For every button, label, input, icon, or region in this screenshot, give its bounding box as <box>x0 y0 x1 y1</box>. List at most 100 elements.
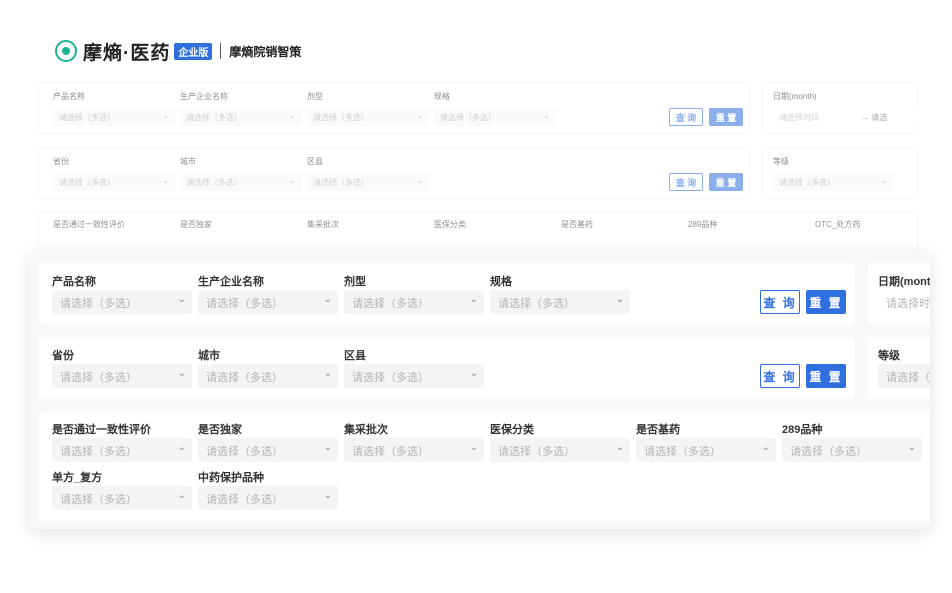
district-select[interactable]: 请选择（多选） ⌄ <box>344 364 484 388</box>
filter-panel: 产品名称 生产企业名称 剂型 规格 请选择（多选） ⌄ 请选择（多选） ⌄ 请选择（… <box>30 251 930 529</box>
date-input[interactable]: 请选择时 <box>878 290 930 314</box>
chevron-down-icon: ⌄ <box>177 294 186 305</box>
chevron-down-icon: ⌄ <box>880 176 887 185</box>
chevron-down-icon: ⌄ <box>177 490 186 501</box>
chevron-down-icon: ⌄ <box>177 442 186 453</box>
bg-label: 医保分类 <box>434 220 466 229</box>
bg-select[interactable]: 请选择（多选） ⌄ <box>773 173 893 191</box>
date-label: 日期(month <box>878 276 930 288</box>
bg-label: 区县 <box>307 157 323 166</box>
bg-filter-card-1: 产品名称 生产企业名称 剂型 规格 请选择（多选） ⌄ 请选择（多选） ⌄ 请选择（… <box>38 82 750 134</box>
bg-label: 289品种 <box>688 220 718 229</box>
filter-card-3: 是否通过一致性评价 是否独家 集采批次 医保分类 是否基药 289品种 请选择（… <box>38 411 930 521</box>
chevron-down-icon: ⌄ <box>615 442 624 453</box>
field-label: 是否基药 <box>636 424 680 436</box>
bg-query-button[interactable]: 查 询 <box>669 173 703 191</box>
bg-select[interactable]: 请选择（多选） ⌄ <box>53 108 175 126</box>
bg-reset-button[interactable]: 重 置 <box>709 173 743 191</box>
chevron-down-icon: ⌄ <box>543 111 550 120</box>
field-label: 医保分类 <box>490 424 534 436</box>
bg-select[interactable]: 请选择（多选） ⌄ <box>434 108 556 126</box>
chevron-down-icon: ⌄ <box>416 176 423 185</box>
chevron-down-icon: ⌄ <box>469 294 478 305</box>
field-label: 城市 <box>198 350 220 362</box>
chevron-down-icon: ⌄ <box>177 368 186 379</box>
field-label: 生产企业名称 <box>198 276 264 288</box>
chevron-down-icon: ⌄ <box>162 111 169 120</box>
field-label: 单方_复方 <box>52 472 103 484</box>
edition-badge: 企业版 <box>174 42 213 60</box>
dosage-form-select[interactable]: 请选择（多选） ⌄ <box>344 290 484 314</box>
brand-name: 摩熵·医药 <box>83 42 171 64</box>
field-label: 是否独家 <box>198 424 242 436</box>
bg-label: 城市 <box>180 157 196 166</box>
bg-label: 生产企业名称 <box>180 92 228 101</box>
bg-label: 日期(month) <box>773 92 817 101</box>
bg-label: 是否基药 <box>561 220 593 229</box>
procurement-batch-select[interactable]: 请选择（多选） ⌄ <box>344 438 484 462</box>
chevron-down-icon: ⌄ <box>323 490 332 501</box>
chevron-down-icon: ⌄ <box>289 111 296 120</box>
field-label: 区县 <box>344 350 366 362</box>
manufacturer-select[interactable]: 请选择（多选） ⌄ <box>198 290 338 314</box>
variety-289-select[interactable]: 请选择（多选） ⌄ <box>782 438 922 462</box>
bg-query-button[interactable]: 查 询 <box>669 108 703 126</box>
bg-filter-card-3: 是否通过一致性评价 是否独家 集采批次 医保分类 是否基药 289品种 OTC_… <box>38 212 918 252</box>
essential-drug-select[interactable]: 请选择（多选） ⌄ <box>636 438 776 462</box>
chevron-down-icon: ⌄ <box>162 176 169 185</box>
reset-button[interactable]: 重 置 <box>806 364 846 388</box>
consistency-evaluation-select[interactable]: 请选择（多选） ⌄ <box>52 438 192 462</box>
city-select[interactable]: 请选择（多选） ⌄ <box>198 364 338 388</box>
field-label: 省份 <box>52 350 74 362</box>
grade-card: 等级 请选择（ <box>868 337 930 399</box>
filter-card-2: 省份 城市 区县 请选择（多选） ⌄ 请选择（多选） ⌄ 请选择（多选） ⌄ 查 询 … <box>38 337 854 399</box>
exclusive-select[interactable]: 请选择（多选） ⌄ <box>198 438 338 462</box>
bg-select[interactable]: 请选择（多选） ⌄ <box>180 173 302 191</box>
bg-label: 是否独家 <box>180 220 212 229</box>
chevron-down-icon: ⌄ <box>615 294 624 305</box>
reset-button[interactable]: 重 置 <box>806 290 846 314</box>
bg-select[interactable]: 请选择（多选） ⌄ <box>180 108 302 126</box>
filter-card-1: 产品名称 生产企业名称 剂型 规格 请选择（多选） ⌄ 请选择（多选） ⌄ 请选择（… <box>38 263 854 325</box>
bg-label: 产品名称 <box>53 92 85 101</box>
bg-select[interactable]: 请选择（多选） ⌄ <box>307 108 429 126</box>
bg-reset-button[interactable]: 重 置 <box>709 108 743 126</box>
bg-label: 剂型 <box>307 92 323 101</box>
grade-select[interactable]: 请选择（ <box>878 364 930 388</box>
chevron-down-icon: ⌄ <box>469 442 478 453</box>
specification-select[interactable]: 请选择（多选） ⌄ <box>490 290 630 314</box>
grade-label: 等级 <box>878 350 900 362</box>
field-label: 产品名称 <box>52 276 96 288</box>
bg-date-input[interactable]: 请选择时间 → 请选 <box>773 108 919 126</box>
insurance-category-select[interactable]: 请选择（多选） ⌄ <box>490 438 630 462</box>
product-name-select[interactable]: 请选择（多选） ⌄ <box>52 290 192 314</box>
chevron-down-icon: ⌄ <box>289 176 296 185</box>
field-label: 集采批次 <box>344 424 388 436</box>
field-label: 289品种 <box>782 424 823 436</box>
bg-label: 规格 <box>434 92 450 101</box>
chevron-down-icon: ⌄ <box>469 368 478 379</box>
single-compound-select[interactable]: 请选择（多选） ⌄ <box>52 486 192 510</box>
logo-icon <box>55 40 77 62</box>
app-header: 摩熵·医药 企业版 摩熵院销智策 <box>55 36 301 66</box>
tcm-protection-select[interactable]: 请选择（多选） ⌄ <box>198 486 338 510</box>
province-select[interactable]: 请选择（多选） ⌄ <box>52 364 192 388</box>
chevron-down-icon: ⌄ <box>907 442 916 453</box>
chevron-down-icon: ⌄ <box>416 111 423 120</box>
field-label: 规格 <box>490 276 512 288</box>
field-label: 中药保护品种 <box>198 472 264 484</box>
bg-label: 集采批次 <box>307 220 339 229</box>
bg-label: 省份 <box>53 157 69 166</box>
bg-grade-card: 等级 请选择（多选） ⌄ <box>762 147 918 199</box>
bg-label: 等级 <box>773 157 789 166</box>
app-subtitle: 摩熵院销智策 <box>229 44 302 59</box>
field-label: 是否通过一致性评价 <box>52 424 151 436</box>
header-divider <box>220 43 222 59</box>
bg-select[interactable]: 请选择（多选） ⌄ <box>53 173 175 191</box>
chevron-down-icon: ⌄ <box>323 294 332 305</box>
query-button[interactable]: 查 询 <box>760 290 800 314</box>
bg-select[interactable]: 请选择（多选） ⌄ <box>307 173 429 191</box>
query-button[interactable]: 查 询 <box>760 364 800 388</box>
chevron-down-icon: ⌄ <box>323 368 332 379</box>
bg-filter-card-2: 省份 城市 区县 请选择（多选） ⌄ 请选择（多选） ⌄ 请选择（多选） ⌄ 查 询 … <box>38 147 750 199</box>
